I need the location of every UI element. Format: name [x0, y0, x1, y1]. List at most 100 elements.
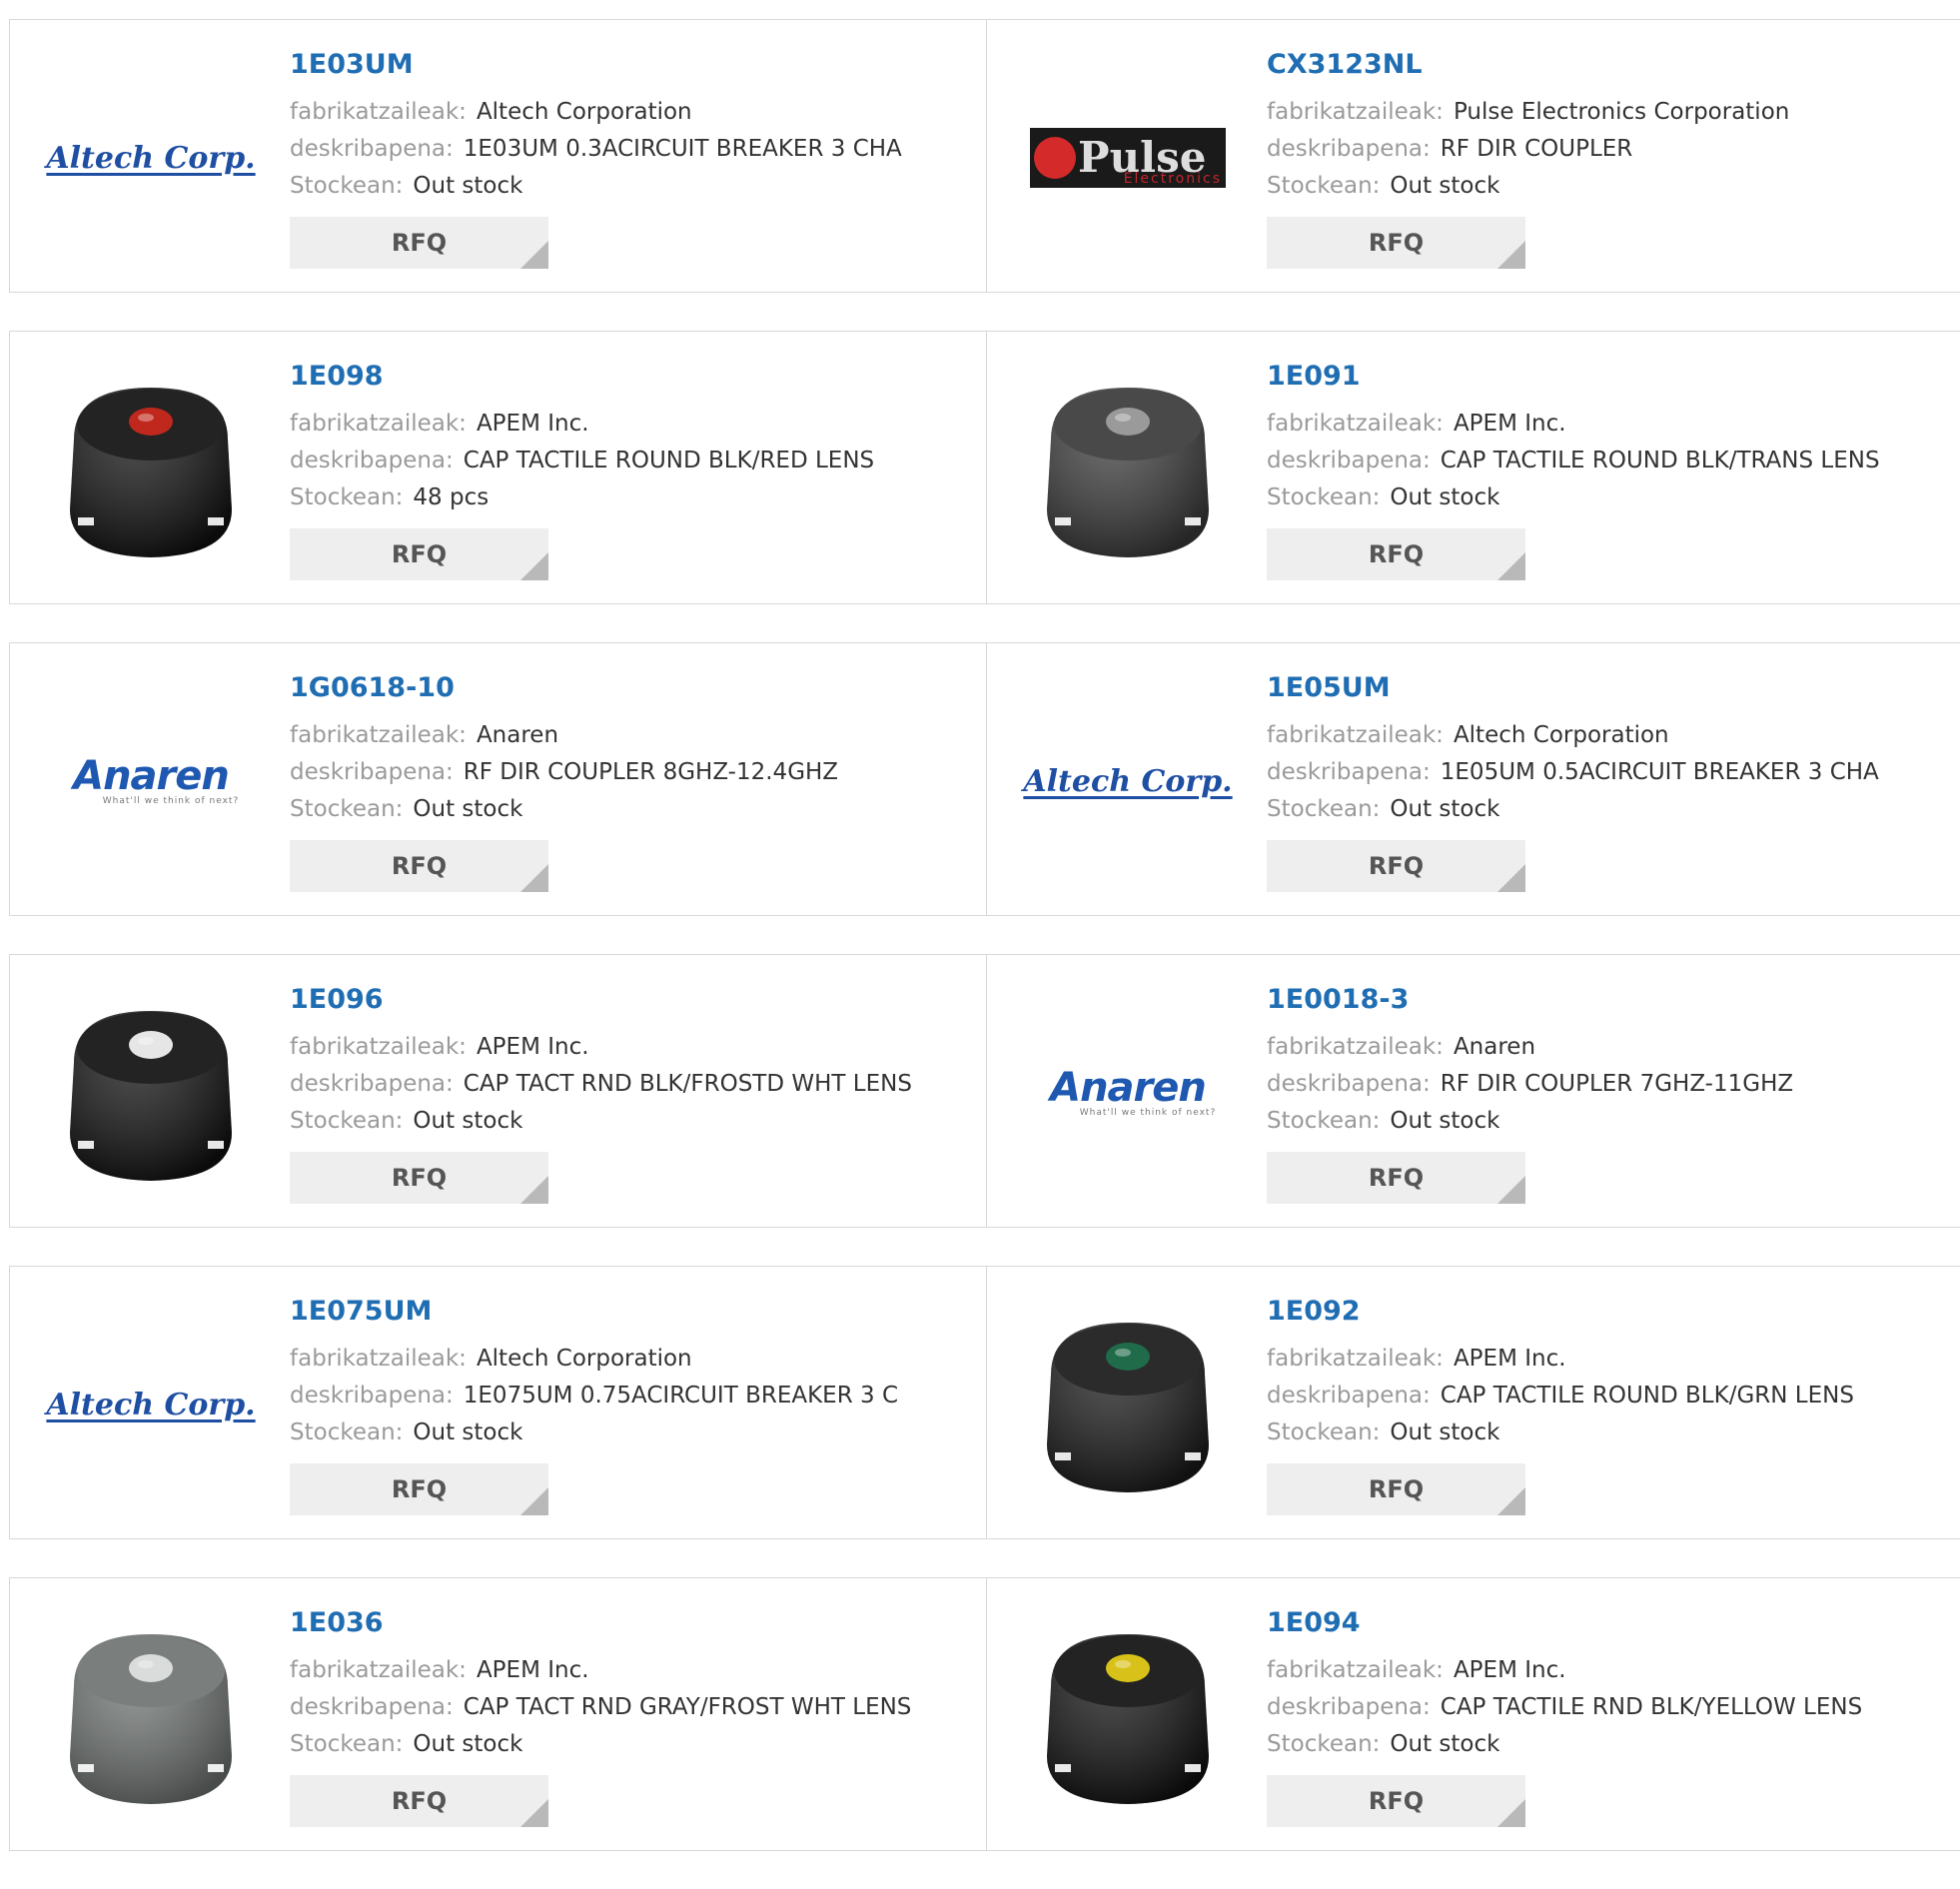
rfq-button[interactable]: RFQ: [1267, 1152, 1525, 1204]
rfq-label: RFQ: [391, 1475, 448, 1503]
corner-decoration: [520, 1799, 548, 1827]
pulse-logo: Pulse Electronics: [1030, 128, 1226, 188]
part-number-link[interactable]: 1E0018-3: [1267, 983, 1793, 1017]
manufacturer-label: fabrikatzaileak:: [1267, 722, 1444, 748]
rfq-button[interactable]: RFQ: [1267, 528, 1525, 580]
product-image[interactable]: [49, 368, 253, 571]
manufacturer-label: fabrikatzaileak:: [290, 1657, 467, 1683]
product-info: CX3123NL fabrikatzaileak: Pulse Electroni…: [1267, 48, 1789, 269]
rfq-button[interactable]: RFQ: [1267, 1463, 1525, 1515]
part-number-link[interactable]: 1E096: [290, 983, 912, 1017]
stock-label: Stockean:: [290, 1419, 404, 1445]
rfq-label: RFQ: [1368, 540, 1425, 568]
cap-icon: [1047, 1323, 1209, 1492]
description-value: CAP TACTILE ROUND BLK/RED LENS: [463, 448, 875, 473]
altech-logo: Altech Corp.: [46, 141, 255, 176]
manufacturer-line: fabrikatzaileak: Anaren: [290, 717, 838, 754]
product-image[interactable]: [1026, 368, 1230, 571]
description-label: deskribapena:: [290, 1071, 454, 1097]
rfq-label: RFQ: [391, 540, 448, 568]
manufacturer-label: fabrikatzaileak:: [290, 411, 467, 437]
part-number-link[interactable]: 1E098: [290, 360, 874, 394]
product-card: Altech Corp. 1E05UM fabrikatzaileak: Alte…: [987, 643, 1960, 915]
corner-decoration: [1497, 1799, 1525, 1827]
stock-label: Stockean:: [1267, 173, 1381, 199]
product-image[interactable]: Anaren What'll we think of next?: [49, 679, 253, 883]
product-image[interactable]: Altech Corp.: [46, 56, 255, 260]
stock-line: Stockean: Out stock: [1267, 1103, 1793, 1140]
product-row: 1E096 fabrikatzaileak: APEM Inc. deskriba…: [9, 954, 1960, 1228]
description-value: 1E05UM 0.5ACIRCUIT BREAKER 3 CHA: [1440, 759, 1879, 785]
stock-value: Out stock: [413, 1108, 523, 1134]
stock-value: Out stock: [1390, 796, 1500, 822]
stock-line: Stockean: Out stock: [290, 1726, 911, 1763]
product-image[interactable]: Altech Corp.: [1023, 679, 1232, 883]
altech-logo: Altech Corp.: [1023, 764, 1232, 799]
rfq-label: RFQ: [1368, 1164, 1425, 1192]
part-number-link[interactable]: 1E091: [1267, 360, 1880, 394]
product-card: 1E036 fabrikatzaileak: APEM Inc. deskriba…: [10, 1578, 987, 1850]
cap-icon: [70, 388, 232, 557]
product-image[interactable]: Altech Corp.: [46, 1303, 256, 1506]
product-image[interactable]: Anaren What'll we think of next?: [1026, 991, 1230, 1195]
part-number-link[interactable]: 1E05UM: [1267, 671, 1879, 705]
product-image[interactable]: [1026, 1303, 1230, 1506]
stock-label: Stockean:: [1267, 1731, 1381, 1757]
product-image[interactable]: [1026, 1614, 1230, 1818]
stock-line: Stockean: Out stock: [290, 1103, 912, 1140]
part-number-link[interactable]: 1G0618-10: [290, 671, 838, 705]
cap-icon: [70, 1634, 232, 1804]
stock-label: Stockean:: [1267, 484, 1381, 510]
rfq-button[interactable]: RFQ: [290, 1775, 548, 1827]
stock-line: Stockean: Out stock: [1267, 479, 1880, 516]
product-image[interactable]: [49, 991, 253, 1195]
stock-value: Out stock: [1390, 1419, 1500, 1445]
description-line: deskribapena: CAP TACTILE ROUND BLK/TRANS…: [1267, 443, 1880, 479]
rfq-button[interactable]: RFQ: [1267, 1775, 1525, 1827]
part-number-link[interactable]: CX3123NL: [1267, 48, 1789, 82]
rfq-button[interactable]: RFQ: [1267, 217, 1525, 269]
corner-decoration: [520, 1176, 548, 1204]
description-value: RF DIR COUPLER: [1440, 136, 1633, 162]
part-number-link[interactable]: 1E036: [290, 1606, 911, 1640]
product-image[interactable]: Pulse Electronics: [1026, 56, 1230, 260]
part-number-link[interactable]: 1E03UM: [290, 48, 902, 82]
rfq-button[interactable]: RFQ: [290, 840, 548, 892]
stock-label: Stockean:: [290, 173, 404, 199]
description-label: deskribapena:: [1267, 1383, 1431, 1409]
cap-icon: [1047, 1634, 1209, 1804]
product-info: 1G0618-10 fabrikatzaileak: Anaren deskrib…: [290, 671, 838, 892]
product-info: 1E075UM fabrikatzaileak: Altech Corporati…: [290, 1295, 898, 1515]
manufacturer-value: Altech Corporation: [476, 1346, 692, 1372]
description-value: RF DIR COUPLER 8GHZ-12.4GHZ: [463, 759, 839, 785]
product-row: Altech Corp. 1E075UM fabrikatzaileak: Alt…: [9, 1266, 1960, 1539]
stock-value: Out stock: [1390, 484, 1500, 510]
logo-text: Altech Corp.: [1023, 763, 1233, 799]
rfq-button[interactable]: RFQ: [290, 1463, 548, 1515]
rfq-button[interactable]: RFQ: [1267, 840, 1525, 892]
description-label: deskribapena:: [1267, 1071, 1431, 1097]
rfq-button[interactable]: RFQ: [290, 528, 548, 580]
part-number-link[interactable]: 1E092: [1267, 1295, 1854, 1329]
manufacturer-line: fabrikatzaileak: Anaren: [1267, 1029, 1793, 1066]
product-image[interactable]: [49, 1614, 253, 1818]
product-info: 1E03UM fabrikatzaileak: Altech Corporatio…: [290, 48, 902, 269]
stock-label: Stockean:: [290, 1108, 404, 1134]
product-row: 1E036 fabrikatzaileak: APEM Inc. deskriba…: [9, 1577, 1960, 1851]
cap-icon: [70, 1011, 232, 1181]
stock-label: Stockean:: [1267, 1108, 1381, 1134]
rfq-label: RFQ: [1368, 1475, 1425, 1503]
product-info: 1E091 fabrikatzaileak: APEM Inc. deskriba…: [1267, 360, 1880, 580]
rfq-button[interactable]: RFQ: [290, 1152, 548, 1204]
manufacturer-label: fabrikatzaileak:: [1267, 1346, 1444, 1372]
part-number-link[interactable]: 1E075UM: [290, 1295, 898, 1329]
stock-label: Stockean:: [290, 484, 404, 510]
part-number-link[interactable]: 1E094: [1267, 1606, 1862, 1640]
rfq-label: RFQ: [391, 1787, 448, 1815]
anaren-logo: Anaren What'll we think of next?: [63, 756, 240, 806]
rfq-button[interactable]: RFQ: [290, 217, 548, 269]
logo-text: Anaren: [73, 753, 230, 799]
product-card: 1E098 fabrikatzaileak: APEM Inc. deskriba…: [10, 332, 987, 603]
logo-text: Altech Corp.: [46, 1387, 256, 1422]
product-card: 1E092 fabrikatzaileak: APEM Inc. deskriba…: [987, 1267, 1960, 1538]
